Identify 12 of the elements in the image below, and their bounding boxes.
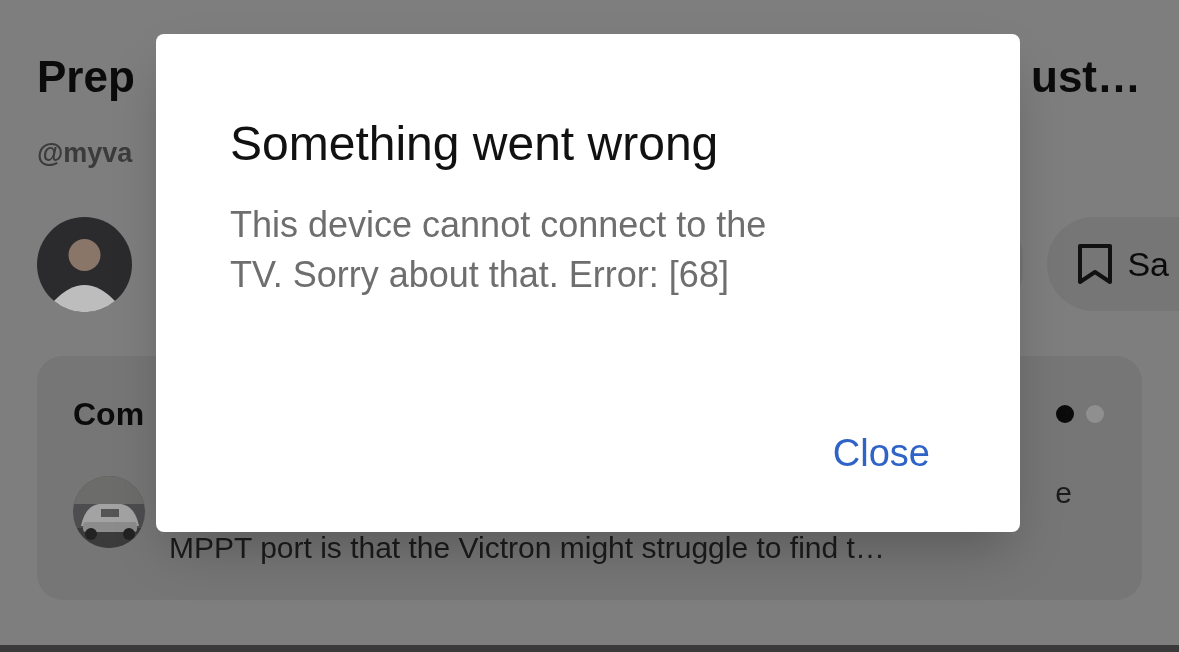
comment-text: MPPT port is that the Victron might struggle to find t… (169, 532, 886, 564)
page-title: Prep (37, 51, 135, 103)
comments-heading: Com (73, 395, 145, 434)
close-button[interactable]: Close (832, 430, 930, 476)
dialog-message: This device cannot connect to the TV. Sorry about that. Error: [68] (230, 203, 768, 297)
avatar-icon[interactable] (37, 216, 132, 312)
comment-text: e (1055, 476, 1072, 510)
bookmark-icon (1077, 243, 1114, 285)
page-title: ust… (1031, 51, 1141, 103)
save-button[interactable]: Sa (1047, 217, 1179, 311)
dialog-title: Something went wrong (230, 116, 719, 172)
channel-handle[interactable]: @myva (37, 136, 133, 170)
